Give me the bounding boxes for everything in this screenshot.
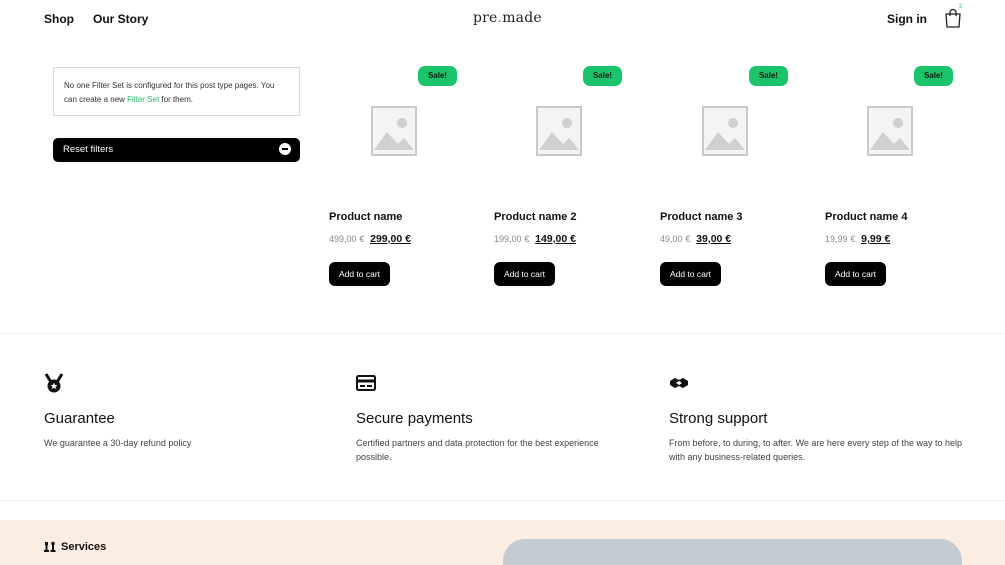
product-name[interactable]: Product name	[329, 211, 402, 223]
sale-badge: Sale!	[914, 66, 953, 86]
old-price: 19,99	[825, 234, 848, 244]
services-image-card	[503, 539, 962, 565]
product-name[interactable]: Product name 3	[660, 211, 743, 223]
sale-badge: Sale!	[583, 66, 622, 86]
feature-description: We guarantee a 30-day refund policy	[44, 438, 192, 448]
add-to-cart-button[interactable]: Add to cart	[825, 262, 886, 286]
add-to-cart-button[interactable]: Add to cart	[660, 262, 721, 286]
feature-title: Secure payments	[356, 410, 473, 427]
feature-title: Guarantee	[44, 410, 115, 427]
logo-suffix: made	[502, 10, 542, 26]
sale-price: 149,00 €	[535, 233, 576, 245]
sale-price: 9,99 €	[861, 233, 891, 245]
product-card: Sale! Product name 4 19,99 € 9,99 € Add …	[825, 66, 965, 291]
nav-our-story[interactable]: Our Story	[93, 12, 148, 26]
add-to-cart-button[interactable]: Add to cart	[494, 262, 555, 286]
feature-guarantee: Guarantee We guarantee a 30-day refund p…	[44, 373, 344, 450]
section-divider	[0, 333, 1005, 334]
nav-shop[interactable]: Shop	[44, 12, 74, 26]
feature-strong-support: Strong support From before, to during, t…	[669, 373, 969, 464]
product-price: 199,00 € 149,00 €	[494, 233, 576, 245]
product-name[interactable]: Product name 2	[494, 211, 577, 223]
sale-badge: Sale!	[418, 66, 457, 86]
handshake-icon	[670, 378, 688, 388]
old-price-currency: €	[359, 234, 365, 244]
section-divider	[0, 500, 1005, 501]
old-price-currency: €	[850, 234, 856, 244]
medal-icon	[44, 373, 64, 393]
notice-text-end: for them.	[159, 95, 193, 104]
filter-notice: No one Filter Set is configured for this…	[53, 67, 300, 116]
site-header: Shop Our Story pre.made Sign in 2	[0, 0, 1005, 38]
filter-set-link[interactable]: Filter Set	[127, 95, 159, 104]
feature-description: Certified partners and data protection f…	[356, 438, 599, 462]
services-title: Services	[61, 541, 107, 553]
minus-circle-icon	[279, 143, 291, 155]
reset-filters-label: Reset filters	[63, 144, 114, 155]
sign-in-link[interactable]: Sign in	[887, 12, 927, 26]
old-price: 49,00	[660, 234, 683, 244]
image-placeholder-icon[interactable]	[371, 106, 417, 156]
product-price: 49,00 € 39,00 €	[660, 233, 731, 245]
chess-icon	[44, 541, 56, 552]
feature-title: Strong support	[669, 410, 768, 427]
old-price: 199,00	[494, 234, 522, 244]
site-logo[interactable]: pre.made	[473, 10, 542, 26]
sale-badge: Sale!	[749, 66, 788, 86]
image-placeholder-icon[interactable]	[867, 106, 913, 156]
sale-price: 299,00 €	[370, 233, 411, 245]
feature-description: From before, to during, to after. We are…	[669, 438, 962, 462]
credit-card-icon	[356, 375, 376, 391]
image-placeholder-icon[interactable]	[536, 106, 582, 156]
shopping-bag-icon[interactable]	[944, 8, 962, 28]
product-card: Sale! Product name 2 199,00 € 149,00 € A…	[494, 66, 634, 291]
old-price-currency: €	[685, 234, 691, 244]
product-card: Sale! Product name 3 49,00 € 39,00 € Add…	[660, 66, 800, 291]
product-name[interactable]: Product name 4	[825, 211, 908, 223]
old-price-currency: €	[524, 234, 530, 244]
reset-filters-button[interactable]: Reset filters	[53, 138, 300, 162]
logo-prefix: pre	[473, 10, 498, 26]
product-price: 19,99 € 9,99 €	[825, 233, 890, 245]
image-placeholder-icon[interactable]	[702, 106, 748, 156]
cart-count-badge: 2	[959, 4, 963, 10]
old-price: 499,00	[329, 234, 357, 244]
feature-secure-payments: Secure payments Certified partners and d…	[356, 373, 631, 464]
sale-price: 39,00 €	[696, 233, 732, 245]
add-to-cart-button[interactable]: Add to cart	[329, 262, 390, 286]
product-card: Sale! Product name 499,00 € 299,00 € Add…	[329, 66, 469, 291]
product-price: 499,00 € 299,00 €	[329, 233, 411, 245]
